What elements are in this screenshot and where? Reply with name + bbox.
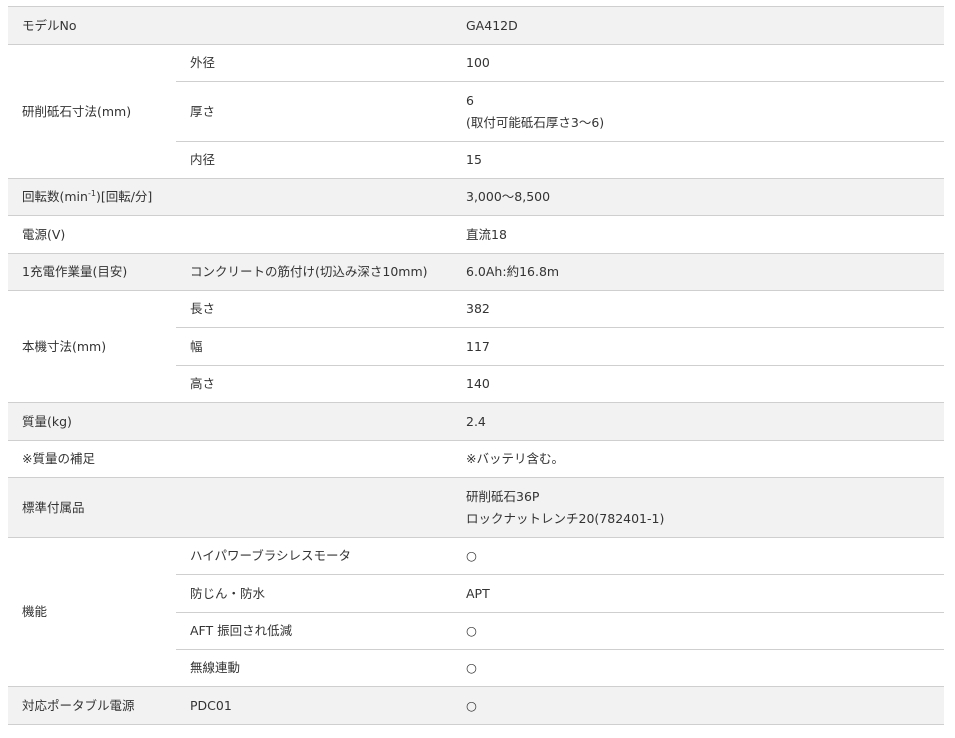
size-height-label: 高さ [176,365,452,403]
row-work: 1充電作業量(目安) コンクリートの筋付け(切込み深さ10mm) 6.0Ah:約… [8,253,944,291]
row-power: 電源(V) 直流18 [8,215,944,254]
portable-value: ○ [452,686,944,725]
portable-label: 対応ポータブル電源 [8,686,176,725]
feature-motor-value: ○ [452,537,944,575]
features-label: 機能 [8,537,176,687]
mass-note-value: ※バッテリ含む。 [452,440,944,478]
work-label: 1充電作業量(目安) [8,253,176,291]
feature-dust-label: 防じん・防水 [176,574,452,613]
feature-aft-value: ○ [452,612,944,650]
row-size-length: 本機寸法(mm) 長さ 382 [8,290,944,403]
feature-wireless-value: ○ [452,649,944,687]
wheel-thick-note: (取付可能砥石厚さ3〜6) [466,114,605,130]
row-model: モデルNo GA412D [8,6,944,45]
size-label: 本機寸法(mm) [8,290,176,403]
row-mass-note: ※質量の補足 ※バッテリ含む。 [8,440,944,478]
wheel-inner-value: 15 [452,141,944,179]
feature-motor-label: ハイパワーブラシレスモータ [176,537,452,575]
wheel-label: 研削砥石寸法(mm) [8,44,176,179]
size-height-value: 140 [452,365,944,403]
feature-dust-value: APT [452,574,944,613]
rpm-label-sup: -1 [87,188,96,198]
portable-sub-label: PDC01 [176,686,452,725]
accessories-label: 標準付属品 [8,477,452,538]
row-mass: 質量(kg) 2.4 [8,402,944,441]
accessory-item: 研削砥石36P [466,488,540,504]
wheel-thick-cell: 6 (取付可能砥石厚さ3〜6) [452,81,944,142]
rpm-label: 回転数(min-1)[回転/分] [8,178,452,216]
model-value: GA412D [452,6,944,45]
rpm-label-b: )[回転/分] [95,189,153,204]
wheel-outer-label: 外径 [176,44,452,82]
wheel-inner-label: 内径 [176,141,452,179]
feature-aft-label: AFT 振回され低減 [176,612,452,650]
rpm-value: 3,000〜8,500 [452,178,944,216]
row-rpm: 回転数(min-1)[回転/分] 3,000〜8,500 [8,178,944,216]
power-value: 直流18 [452,215,944,254]
row-portable: 対応ポータブル電源 PDC01 ○ [8,686,944,725]
accessory-item: ロックナットレンチ20(782401-1) [466,510,665,526]
row-feature-motor: 機能 ハイパワーブラシレスモータ ○ [8,537,944,687]
row-wheel-outer: 研削砥石寸法(mm) 外径 100 [8,44,944,179]
work-value: 6.0Ah:約16.8m [452,253,944,291]
wheel-thick-label: 厚さ [176,81,452,142]
wheel-thick-value: 6 [466,92,474,108]
feature-wireless-label: 無線連動 [176,649,452,687]
work-sub-label: コンクリートの筋付け(切込み深さ10mm) [176,253,452,291]
mass-note-label: ※質量の補足 [8,440,452,478]
size-length-label: 長さ [176,290,452,328]
size-width-value: 117 [452,327,944,366]
row-accessories: 標準付属品 研削砥石36P ロックナットレンチ20(782401-1) [8,477,944,538]
rpm-label-a: 回転数(min [22,189,88,204]
spec-table: モデルNo GA412D 研削砥石寸法(mm) 外径 100 厚さ 6 (取付可… [8,6,944,725]
power-label: 電源(V) [8,215,452,254]
accessories-cell: 研削砥石36P ロックナットレンチ20(782401-1) [452,477,944,538]
mass-value: 2.4 [452,402,944,441]
wheel-outer-value: 100 [452,44,944,82]
model-label: モデルNo [8,6,452,45]
size-length-value: 382 [452,290,944,328]
mass-label: 質量(kg) [8,402,452,441]
size-width-label: 幅 [176,327,452,366]
